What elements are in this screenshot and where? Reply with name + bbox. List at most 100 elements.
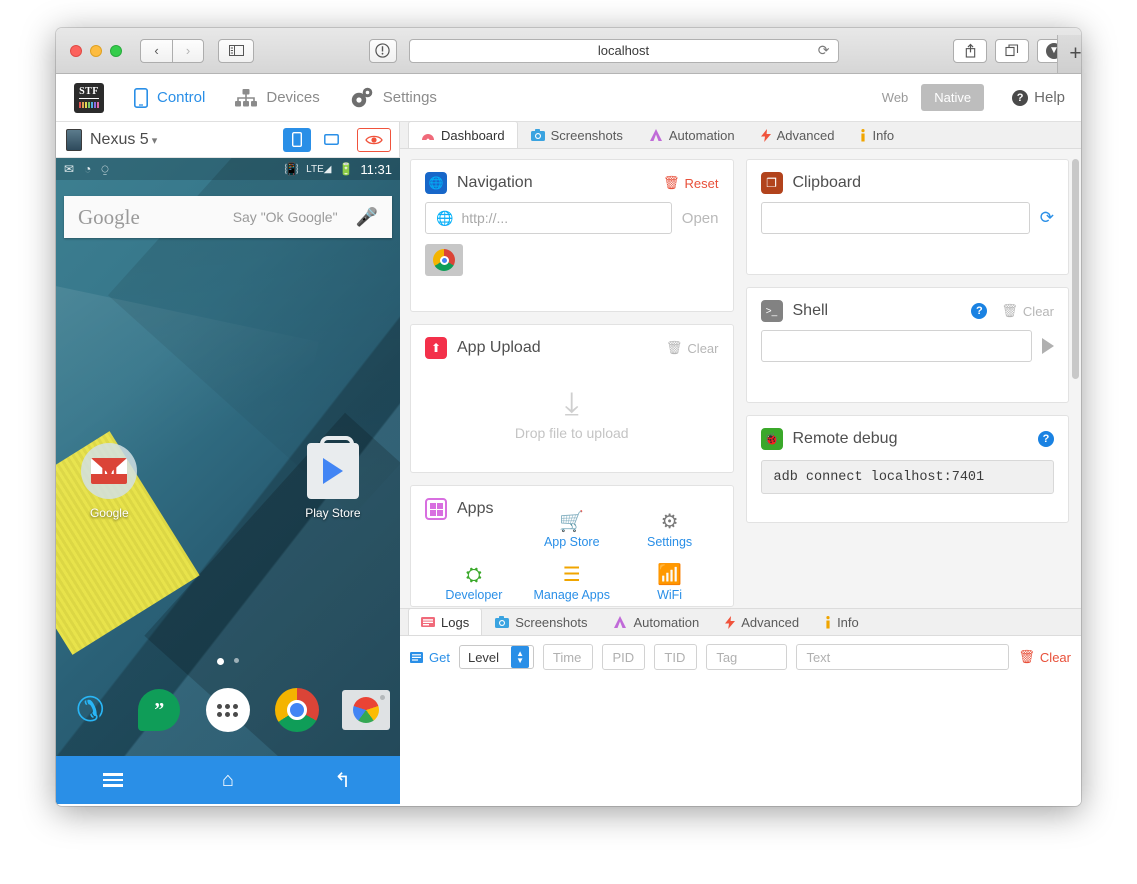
google-search-widget[interactable]: Google Say "Ok Google" 🎤 <box>64 196 392 238</box>
apps-shortcut-settings[interactable]: ⚙ Settings <box>621 512 719 549</box>
pid-filter[interactable]: PID <box>602 644 646 670</box>
dashboard-scrollbar[interactable] <box>1072 159 1079 604</box>
maximize-window-button[interactable] <box>110 44 122 57</box>
portrait-button[interactable] <box>283 127 311 152</box>
tag-filter[interactable]: Tag <box>706 644 788 670</box>
card-actions: 🗑 Clear <box>666 340 719 356</box>
navigation-browser-chrome[interactable] <box>425 244 463 276</box>
tab-automation[interactable]: Automation <box>636 121 748 148</box>
tab-advanced[interactable]: Advanced <box>748 121 848 148</box>
tid-filter[interactable]: TID <box>654 644 698 670</box>
sliders-icon: ⛭ <box>465 564 482 586</box>
mic-icon[interactable]: 🎤 <box>356 207 378 228</box>
stf-menu-button[interactable] <box>56 773 171 787</box>
camera-icon <box>341 690 390 730</box>
logs-get-button[interactable]: Get <box>410 650 450 665</box>
remote-debug-help-button[interactable]: ? <box>1038 431 1054 447</box>
stf-home-button[interactable]: ⌂ <box>171 769 286 792</box>
tab-label: Advanced <box>776 127 835 143</box>
app-upload-dropzone[interactable]: ⤓ Drop file to upload <box>425 365 719 453</box>
apps-shortcut-app-store[interactable]: 🛒 App Store <box>523 512 621 549</box>
app-upload-clear-button[interactable]: 🗑 Clear <box>666 340 719 356</box>
nav-label-devices: Devices <box>266 89 320 106</box>
back-icon: ↰ <box>334 769 351 792</box>
shell-input[interactable] <box>760 330 1032 362</box>
dock-chrome[interactable] <box>262 688 331 732</box>
logs-clear-button[interactable]: 🗑 Clear <box>1018 649 1071 665</box>
time-filter[interactable]: Time <box>542 644 594 670</box>
nav-item-devices[interactable]: Devices <box>235 88 320 107</box>
navigation-url-placeholder: http://... <box>461 210 509 226</box>
remote-debug-card: 🐞 Remote debug ? adb connect localhost:7… <box>745 415 1069 523</box>
trash-icon: 🗑 <box>1018 649 1035 664</box>
reload-icon[interactable]: ⟳ <box>818 42 830 59</box>
apps-shortcut-manage-apps[interactable]: ☰ Manage Apps <box>523 565 621 602</box>
tab-logs-advanced[interactable]: Advanced <box>712 608 812 635</box>
apps-shortcut-label: App Store <box>543 535 600 549</box>
minimize-window-button[interactable] <box>90 44 102 57</box>
dock-app-drawer[interactable] <box>194 688 263 732</box>
apps-shortcut-developer[interactable]: ⛭ Developer <box>425 565 523 602</box>
share-icon <box>965 43 975 58</box>
dock-phone[interactable]: ✆ <box>56 688 125 732</box>
sidebar-icon <box>228 45 244 56</box>
url-input[interactable]: localhost ⟳ <box>408 38 839 63</box>
reader-icon <box>375 43 390 58</box>
shell-run-button[interactable] <box>1042 338 1054 354</box>
device-screen[interactable]: ✉ ◔ ⍜ 📳 LTE◢ 🔋 11:31 Google Say "Ok Goog… <box>56 158 400 804</box>
mode-option-web[interactable]: Web <box>869 84 922 111</box>
visibility-button[interactable] <box>357 127 391 152</box>
apps-shortcut-label: Developer <box>445 588 503 602</box>
mode-option-native[interactable]: Native <box>921 84 985 111</box>
tab-logs[interactable]: Logs <box>408 608 483 635</box>
new-tab-button[interactable]: + <box>1057 35 1081 73</box>
home-icon-google[interactable]: Google <box>66 443 152 520</box>
signal-icon: 📶 <box>657 564 683 586</box>
reader-view-button[interactable] <box>368 38 397 63</box>
log-level-select[interactable]: Level ▲ ▼ <box>458 645 534 669</box>
help-label: Help <box>1034 89 1065 106</box>
tab-logs-info[interactable]: Info <box>812 608 872 635</box>
shell-clear-button[interactable]: 🗑 Clear <box>1001 303 1054 319</box>
browser-window: ‹ › localhost ⟳ ▼ + STF Control Devices … <box>56 28 1081 806</box>
sidebar-toggle-button[interactable] <box>218 38 254 63</box>
clipboard-refresh-button[interactable]: ⟳ <box>1040 208 1054 228</box>
dock-camera[interactable] <box>331 688 400 732</box>
device-panel: Nexus 5 ▾ ✉ ◔ ⍜ 📳 LTE◢ 🔋 11:31 Google Sa… <box>56 122 400 804</box>
tab-logs-automation[interactable]: Automation <box>600 608 712 635</box>
card-title: Remote debug <box>792 430 898 447</box>
navigation-url-input[interactable]: 🌐 http://... <box>425 202 672 234</box>
stf-back-button[interactable]: ↰ <box>285 768 400 793</box>
chrome-icon <box>433 249 455 271</box>
clipboard-input[interactable] <box>760 202 1030 234</box>
tab-overview-icon <box>1005 43 1019 56</box>
text-filter[interactable]: Text <box>796 644 1010 670</box>
automation-icon <box>614 616 627 628</box>
navigation-reset-button[interactable]: 🗑 Reset <box>663 175 718 191</box>
dock-hangouts[interactable]: ” <box>125 688 194 732</box>
clipboard-row: ⟳ <box>760 202 1054 234</box>
tab-dashboard[interactable]: Dashboard <box>408 121 518 148</box>
navigation-open-button[interactable]: Open <box>682 210 719 227</box>
logs-tabbar: Logs Screenshots Automation Advanced Inf… <box>400 608 1081 636</box>
landscape-button[interactable] <box>319 127 343 152</box>
tab-logs-screenshots[interactable]: Screenshots <box>482 608 600 635</box>
device-name-dropdown[interactable]: Nexus 5 ▾ <box>90 131 275 149</box>
close-window-button[interactable] <box>70 44 82 57</box>
tab-overview-button[interactable] <box>995 38 1029 63</box>
forward-button[interactable]: › <box>172 38 204 63</box>
stf-logo[interactable]: STF <box>74 82 104 113</box>
lte-signal-icon: LTE◢ <box>306 163 332 175</box>
tab-screenshots[interactable]: Screenshots <box>518 121 636 148</box>
nav-item-settings[interactable]: Settings <box>350 87 437 109</box>
tab-info[interactable]: Info <box>847 121 907 148</box>
share-button[interactable] <box>953 38 987 63</box>
back-button[interactable]: ‹ <box>140 38 172 63</box>
nav-item-control[interactable]: Control <box>134 87 205 108</box>
home-icon-play-store[interactable]: Play Store <box>290 436 376 520</box>
shell-help-button[interactable]: ? <box>971 303 988 319</box>
upload-icon: ⬆ <box>425 337 447 359</box>
help-link[interactable]: ? Help <box>1012 89 1065 106</box>
remote-debug-command[interactable]: adb connect localhost:7401 <box>760 460 1054 494</box>
apps-shortcut-wifi[interactable]: 📶 WiFi <box>621 565 719 602</box>
